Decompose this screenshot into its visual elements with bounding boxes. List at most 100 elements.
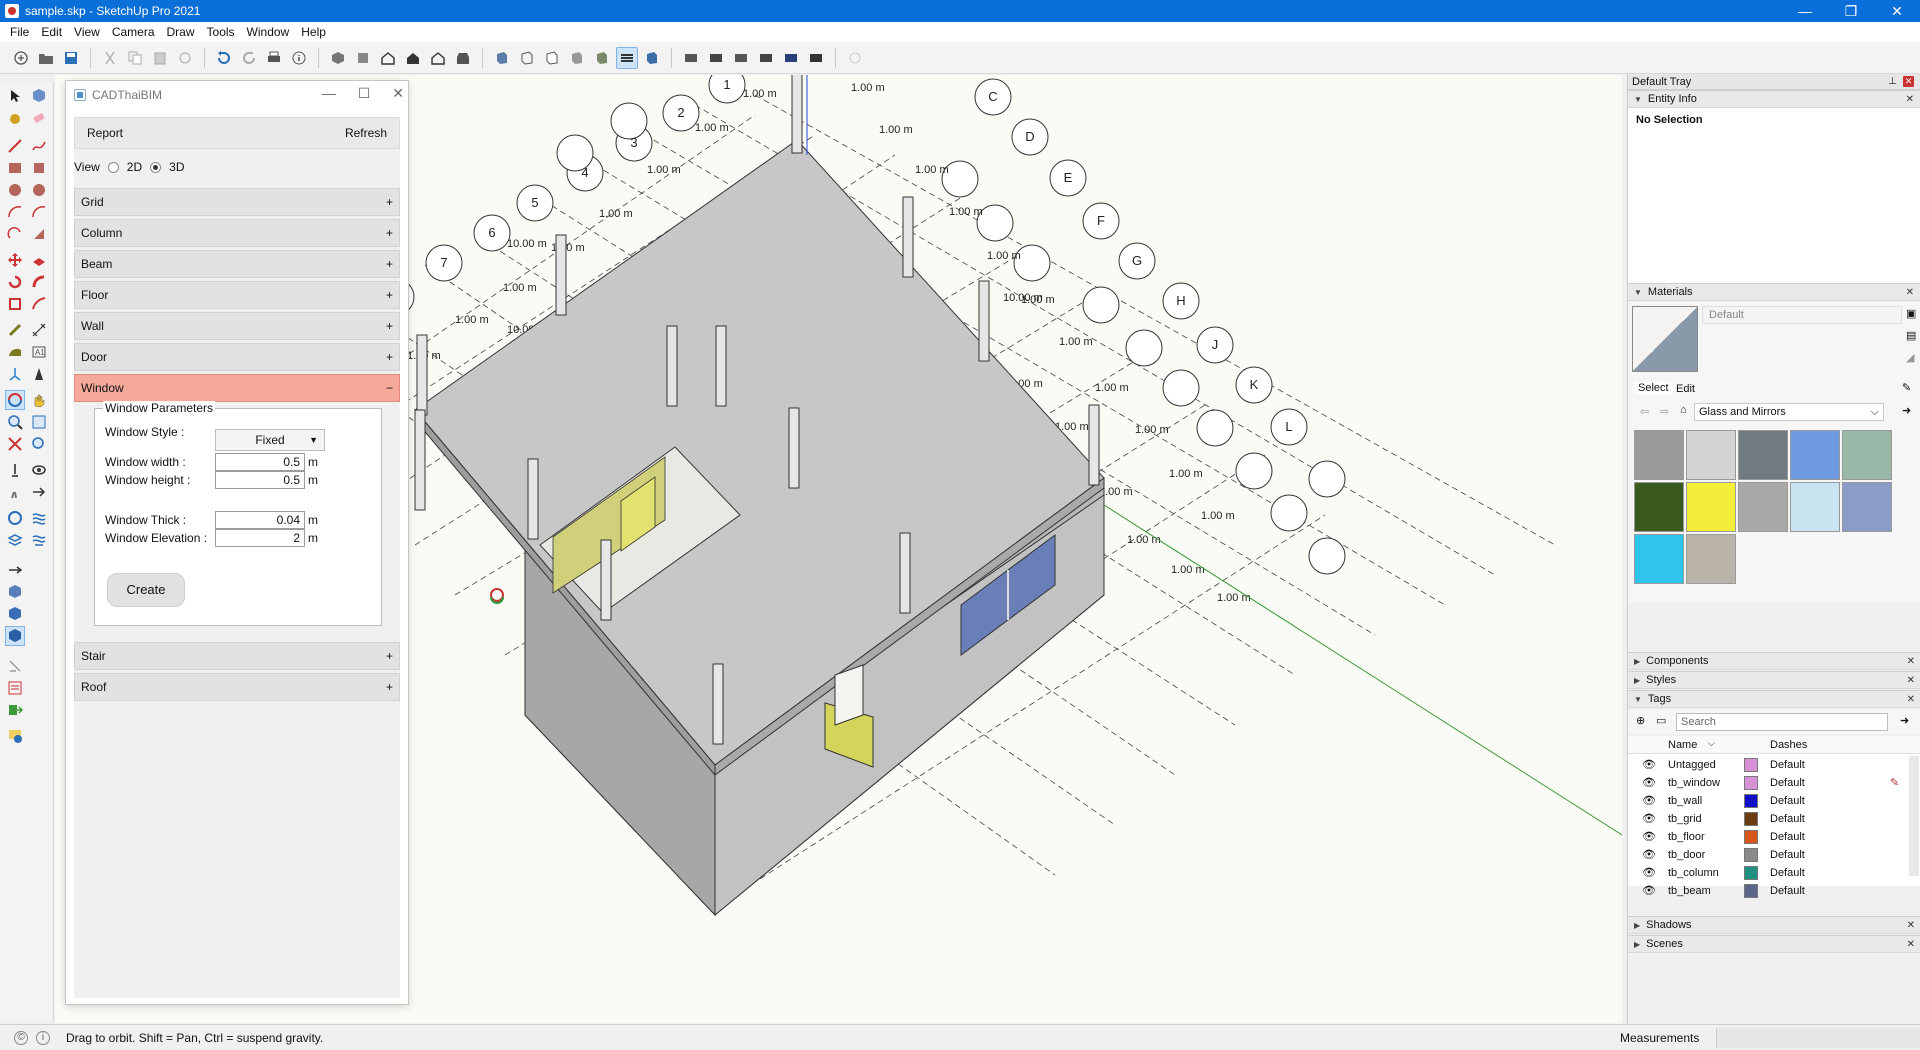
tag-color-swatch[interactable]: [1744, 884, 1758, 898]
circle-tool-icon[interactable]: [5, 180, 25, 200]
scenes-header[interactable]: ▶ Scenes ✕: [1628, 935, 1920, 953]
zoom-tool-icon[interactable]: [5, 412, 25, 432]
wireframe-icon[interactable]: [516, 47, 538, 69]
tag-color-swatch[interactable]: [1744, 794, 1758, 808]
tags-search-input[interactable]: Search: [1676, 713, 1888, 731]
shaded-icon[interactable]: [566, 47, 588, 69]
menu-camera[interactable]: Camera: [106, 22, 161, 42]
cadthaibim-info-icon[interactable]: [5, 726, 25, 746]
section-stair[interactable]: Stair +: [74, 642, 400, 670]
two-point-arc-icon[interactable]: [29, 202, 49, 222]
redo-icon[interactable]: [238, 47, 260, 69]
material-3d-icon[interactable]: ▤: [1906, 329, 1916, 342]
tag-color-swatch[interactable]: [1744, 848, 1758, 862]
material-name-field[interactable]: Default: [1702, 306, 1902, 324]
cadthaibim-grid-icon[interactable]: [5, 582, 25, 602]
panel-close-icon[interactable]: ✕: [1907, 675, 1915, 686]
tag-color-swatch[interactable]: [1744, 830, 1758, 844]
material-swatch[interactable]: [1686, 482, 1736, 532]
zoom-extents-icon[interactable]: [5, 434, 25, 454]
dialog-minimize-button[interactable]: —: [322, 85, 336, 102]
tray-close-button[interactable]: ✕: [1903, 76, 1914, 87]
section-wall[interactable]: Wall +: [74, 312, 400, 340]
layers-style-icon[interactable]: [616, 46, 638, 69]
col-dashes[interactable]: Dashes: [1770, 739, 1807, 751]
sort-chevron-icon[interactable]: ⌵: [1708, 738, 1715, 749]
scale-tool-icon[interactable]: [5, 294, 25, 314]
section-floor[interactable]: Floor +: [74, 281, 400, 309]
eraser-icon[interactable]: [29, 108, 49, 128]
paste-icon[interactable]: [149, 47, 171, 69]
left-view-icon[interactable]: [452, 47, 474, 69]
visibility-eye-icon[interactable]: 👁: [1642, 812, 1656, 825]
shaded-textures-icon[interactable]: [591, 47, 613, 69]
menu-window[interactable]: Window: [241, 22, 296, 42]
tag-row[interactable]: 👁 tb_floor Default: [1628, 828, 1920, 846]
menu-view[interactable]: View: [68, 22, 106, 42]
tag-row[interactable]: 👁 tb_wall Default: [1628, 792, 1920, 810]
follow-me-icon[interactable]: [29, 272, 49, 292]
view-2d-radio[interactable]: [107, 161, 119, 173]
menu-help[interactable]: Help: [295, 22, 332, 42]
material-swatch[interactable]: [1790, 482, 1840, 532]
menu-file[interactable]: File: [4, 22, 35, 42]
material-swatch[interactable]: [1686, 534, 1736, 584]
report-button[interactable]: Report: [87, 126, 123, 140]
undo-icon[interactable]: [213, 47, 235, 69]
sandbox-tool-4-icon[interactable]: [780, 47, 802, 69]
sandbox-tool-3-icon[interactable]: [755, 47, 777, 69]
forward-arrow-icon[interactable]: ⇨: [1660, 405, 1669, 418]
material-swatch[interactable]: [1790, 430, 1840, 480]
rotated-rectangle-icon[interactable]: [29, 158, 49, 178]
visibility-eye-icon[interactable]: 👁: [1642, 794, 1656, 807]
window-thick-input[interactable]: 0.04: [215, 511, 305, 529]
pan-tool-icon[interactable]: [29, 390, 49, 410]
details-arrow-icon[interactable]: ➜: [1902, 404, 1911, 417]
create-material-icon[interactable]: ▣: [1906, 307, 1916, 320]
material-swatch[interactable]: [1634, 430, 1684, 480]
measurements-input[interactable]: [1716, 1028, 1920, 1048]
material-swatch[interactable]: [1634, 534, 1684, 584]
tag-color-swatch[interactable]: [1744, 812, 1758, 826]
tags-scrollbar[interactable]: [1909, 756, 1919, 876]
hidden-line-icon[interactable]: [541, 47, 563, 69]
section-column[interactable]: Column +: [74, 219, 400, 247]
tab-edit[interactable]: Edit: [1676, 383, 1695, 395]
new-file-icon[interactable]: [10, 47, 32, 69]
section-plane-icon[interactable]: [29, 482, 49, 502]
tags-header[interactable]: ▼ Tags ✕: [1628, 690, 1920, 708]
sandbox-contours-icon[interactable]: [5, 508, 25, 528]
push-pull-icon[interactable]: [29, 250, 49, 270]
tag-row[interactable]: 👁 tb_beam Default: [1628, 882, 1920, 900]
polygon-tool-icon[interactable]: [29, 180, 49, 200]
panel-close-icon[interactable]: ✕: [1906, 94, 1914, 105]
panel-close-icon[interactable]: ✕: [1906, 287, 1914, 298]
info-icon[interactable]: i: [36, 1030, 50, 1045]
arc-tool-icon[interactable]: [5, 202, 25, 222]
top-view-icon[interactable]: [352, 47, 374, 69]
sample-paint-icon[interactable]: ◢: [1906, 351, 1914, 364]
minimize-button[interactable]: —: [1782, 0, 1828, 22]
components-header[interactable]: ▶ Components ✕: [1628, 652, 1920, 670]
tag-color-swatch[interactable]: [1744, 776, 1758, 790]
back-arrow-icon[interactable]: ⇦: [1640, 405, 1649, 418]
axes-tool-icon[interactable]: [5, 364, 25, 384]
dimension-tool-icon[interactable]: [29, 320, 49, 340]
visibility-eye-icon[interactable]: 👁: [1642, 884, 1656, 897]
model-info-icon[interactable]: [288, 47, 310, 69]
material-swatch[interactable]: [1686, 430, 1736, 480]
styles-header[interactable]: ▶ Styles ✕: [1628, 671, 1920, 689]
move-tool-icon[interactable]: [5, 250, 25, 270]
create-button[interactable]: Create: [107, 573, 185, 607]
menu-draw[interactable]: Draw: [161, 22, 201, 42]
tag-row[interactable]: 👁 tb_column Default: [1628, 864, 1920, 882]
tape-measure-icon[interactable]: [5, 320, 25, 340]
menu-edit[interactable]: Edit: [35, 22, 68, 42]
maximize-button[interactable]: ❐: [1828, 0, 1874, 22]
zoom-window-icon[interactable]: [29, 412, 49, 432]
window-elevation-input[interactable]: 2: [215, 529, 305, 547]
materials-header[interactable]: ▼ Materials ✕: [1628, 283, 1920, 301]
copy-icon[interactable]: [124, 47, 146, 69]
xray-icon[interactable]: [491, 47, 513, 69]
visibility-eye-icon[interactable]: 👁: [1642, 758, 1656, 771]
